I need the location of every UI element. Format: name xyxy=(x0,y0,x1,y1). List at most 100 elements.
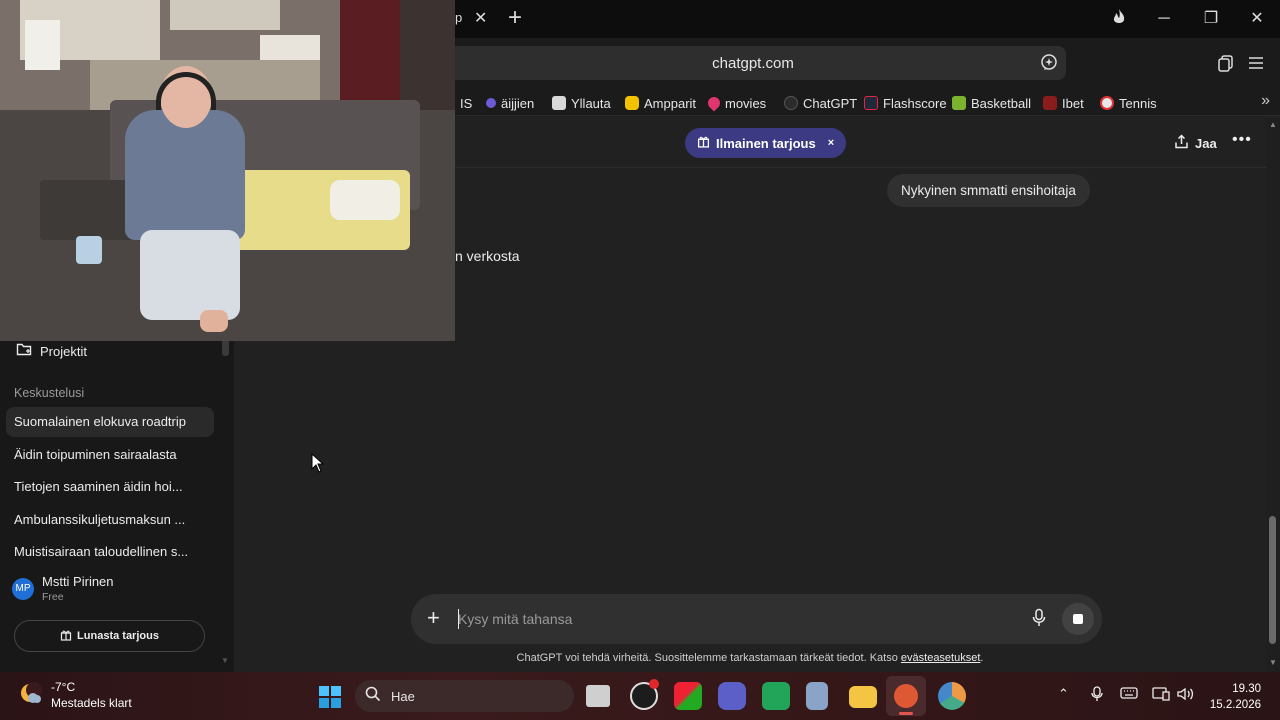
user-message: Nykyinen smmatti ensihoitaja xyxy=(887,174,1090,207)
chat-item[interactable]: Muistisairaan taloudellinen s... xyxy=(6,537,214,567)
scroll-down-arrow-icon[interactable]: ▼ xyxy=(1269,658,1277,667)
cam-kitchen-cabinet xyxy=(170,0,280,30)
minimize-icon[interactable]: ─ xyxy=(1150,6,1178,32)
webcam-overlay xyxy=(0,0,455,341)
bookmark-favicon-icon xyxy=(1043,96,1057,110)
windows-start-icon[interactable] xyxy=(318,685,342,714)
bookmark-favicon-icon xyxy=(486,98,496,108)
show-hidden-icons-icon[interactable]: ⌃ xyxy=(1058,686,1069,702)
cam-person-foot xyxy=(200,310,228,332)
bookmark-favicon-icon xyxy=(552,96,566,110)
clock[interactable]: 19.30 15.2.2026 xyxy=(1205,681,1261,713)
bookmark-flashscore[interactable]: Flashscore xyxy=(864,93,947,113)
gift-icon xyxy=(697,135,710,151)
bookmark-yllauta[interactable]: Yllauta xyxy=(552,93,611,113)
bookmark-aijjien[interactable]: äijjien xyxy=(486,93,534,113)
weather-description: Mestadels klart xyxy=(51,696,132,710)
url-bar[interactable]: chatgpt.com xyxy=(440,46,1066,80)
chrome-icon[interactable] xyxy=(938,682,966,710)
search-label: Hae xyxy=(391,688,415,704)
keyboard-icon[interactable] xyxy=(1120,686,1138,703)
chevron-right-icon[interactable]: » xyxy=(1261,92,1270,110)
bookmark-ampparit[interactable]: Ampparit xyxy=(625,93,696,113)
bookmark-basketball[interactable]: Basketball xyxy=(952,93,1031,113)
tab-title-fragment[interactable]: p xyxy=(455,10,462,25)
disclaimer-end: . xyxy=(980,652,984,664)
bookmark-favicon-icon xyxy=(1100,96,1114,110)
bookmark-favicon-icon xyxy=(864,96,878,110)
chart-app-icon[interactable] xyxy=(762,682,790,710)
bookmark-chatgpt[interactable]: ChatGPT xyxy=(784,93,857,113)
main-scrollbar[interactable]: ▲ ▼ xyxy=(1266,118,1280,672)
bookmark-favicon-icon xyxy=(784,96,798,110)
sidebar-item-label: Projektit xyxy=(40,343,87,359)
free-offer-label: Ilmainen tarjous xyxy=(716,135,816,151)
task-view-icon[interactable] xyxy=(586,685,610,707)
obs-icon[interactable] xyxy=(630,679,659,710)
sidebar-item-projects[interactable]: Projektit xyxy=(16,342,87,360)
bookmark-label: ChatGPT xyxy=(803,95,858,111)
notification-dot-icon xyxy=(649,679,659,689)
bookmark-label: Tennis xyxy=(1119,95,1157,111)
chat-item[interactable]: Ambulanssikuljetusmaksun ... xyxy=(6,505,214,535)
weather-temperature: -7°C xyxy=(51,680,76,694)
new-tab-icon[interactable]: + xyxy=(508,4,522,32)
bookmark-label: Ibet xyxy=(1062,95,1084,111)
tabs-icon[interactable] xyxy=(1217,54,1235,77)
url-text[interactable]: chatgpt.com xyxy=(440,55,1066,72)
duckduckgo-icon xyxy=(894,684,918,708)
volume-icon[interactable] xyxy=(1176,686,1194,705)
cam-paper xyxy=(25,20,60,70)
scroll-down-arrow-icon[interactable]: ▼ xyxy=(221,656,229,665)
window-close-icon[interactable]: ✕ xyxy=(1243,6,1271,32)
tab-close-icon[interactable]: ✕ xyxy=(474,8,487,28)
gift-icon xyxy=(60,629,72,644)
camera-app-icon[interactable] xyxy=(718,682,746,710)
scroll-up-arrow-icon[interactable]: ▲ xyxy=(1269,120,1277,129)
user-profile[interactable]: MP Mstti Pirinen Free xyxy=(12,574,114,603)
cam-mug xyxy=(76,236,102,264)
chat-item[interactable]: Tietojen saaminen äidin hoi... xyxy=(6,472,214,502)
bookmark-label: movies xyxy=(725,95,767,111)
bookmark-label: IS xyxy=(460,95,473,111)
weather-moon-icon xyxy=(18,681,42,710)
cookie-settings-link[interactable]: evästeasetukset xyxy=(901,652,981,664)
mouse-cursor-icon xyxy=(311,453,325,473)
share-icon xyxy=(1174,134,1189,152)
disclaimer: ChatGPT voi tehdä virheitä. Suosittelemm… xyxy=(234,652,1266,664)
stop-button[interactable] xyxy=(1062,603,1094,635)
flame-icon[interactable] xyxy=(1110,8,1128,31)
taskbar-search[interactable]: Hae xyxy=(355,680,574,712)
add-attachment-icon[interactable]: + xyxy=(427,606,440,630)
share-button[interactable]: Jaa xyxy=(1174,134,1217,152)
chat-item[interactable]: Äidin toipuminen sairaalasta xyxy=(6,440,214,470)
bookmark-label: Yllauta xyxy=(571,95,611,111)
network-icon[interactable] xyxy=(1152,686,1170,705)
microphone-icon[interactable] xyxy=(1031,608,1047,633)
microphone-tray-icon[interactable] xyxy=(1090,686,1104,705)
bookmark-is[interactable]: IS xyxy=(460,93,472,113)
calculator-icon[interactable] xyxy=(806,682,828,710)
bookmark-ibet[interactable]: Ibet xyxy=(1043,93,1084,113)
restore-icon[interactable]: ❐ xyxy=(1197,6,1225,32)
bookmark-tennis[interactable]: Tennis xyxy=(1100,93,1157,113)
scrollbar-thumb[interactable] xyxy=(1269,516,1276,644)
more-options-icon[interactable]: ••• xyxy=(1232,131,1252,149)
weather-widget[interactable]: -7°C Mestadels klart xyxy=(18,680,132,710)
free-offer-badge[interactable]: Ilmainen tarjous × xyxy=(685,128,847,158)
folder-icon xyxy=(16,342,32,360)
clock-time: 19.30 xyxy=(1232,683,1261,695)
ai-chat-icon[interactable] xyxy=(1040,53,1058,76)
bookmark-movies[interactable]: movies xyxy=(705,93,767,113)
claim-offer-button[interactable]: Lunasta tarjous xyxy=(14,620,205,652)
file-explorer-icon[interactable] xyxy=(849,686,877,708)
red-green-app-icon[interactable] xyxy=(674,682,702,710)
prompt-input[interactable] xyxy=(458,602,1018,636)
menu-icon[interactable] xyxy=(1248,54,1264,77)
chat-item[interactable]: Suomalainen elokuva roadtrip xyxy=(6,407,214,437)
close-icon[interactable]: × xyxy=(828,137,834,149)
share-label: Jaa xyxy=(1195,135,1217,151)
cam-person-torso xyxy=(125,110,245,240)
heart-icon xyxy=(705,94,723,112)
duckduckgo-active-tab[interactable] xyxy=(886,676,926,716)
